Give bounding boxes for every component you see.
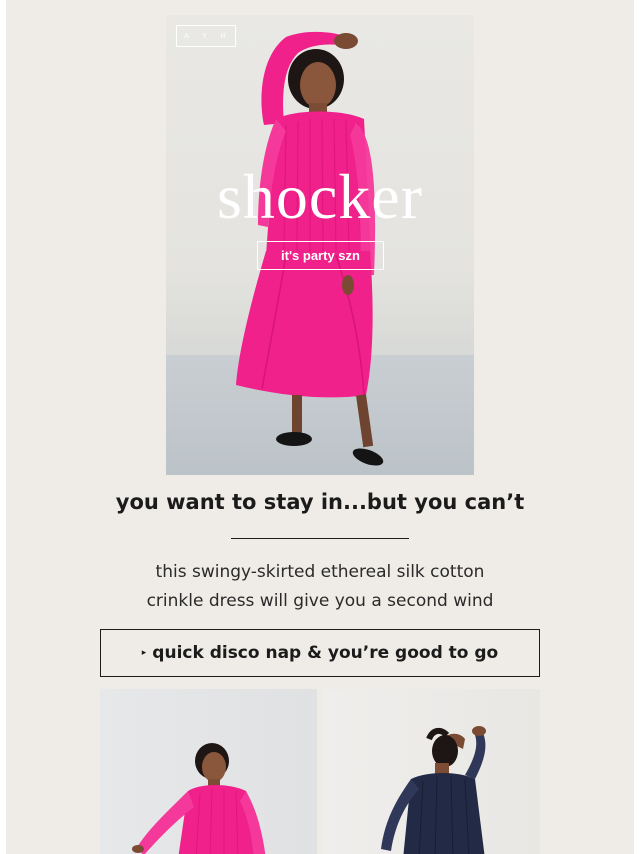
email-page: A Y R shocker it's party szn you want to…: [6, 0, 634, 854]
model-navy-dress-thumb: [381, 726, 486, 854]
divider: [231, 538, 409, 539]
body-copy: this swingy-skirted ethereal silk cotton…: [6, 558, 634, 616]
hero-image[interactable]: A Y R shocker it's party szn: [166, 15, 474, 475]
play-arrow-icon: ▸: [141, 648, 147, 658]
hero-title: shocker: [216, 161, 424, 232]
cta-label: quick disco nap & you’re good to go: [152, 643, 499, 663]
product-image-navy[interactable]: [323, 689, 540, 854]
body-line: this swingy-skirted ethereal silk cotton: [155, 562, 485, 582]
product-image-pink[interactable]: [100, 689, 317, 854]
headline: you want to stay in...but you can’t: [115, 490, 525, 514]
cta-button[interactable]: ▸ quick disco nap & you’re good to go: [100, 629, 540, 677]
body-line: crinkle dress will give you a second win…: [146, 591, 494, 611]
model-pink-dress-thumb: [132, 743, 266, 854]
brand-logo: A Y R: [176, 25, 236, 47]
hero-tag-button[interactable]: it's party szn: [257, 241, 384, 270]
